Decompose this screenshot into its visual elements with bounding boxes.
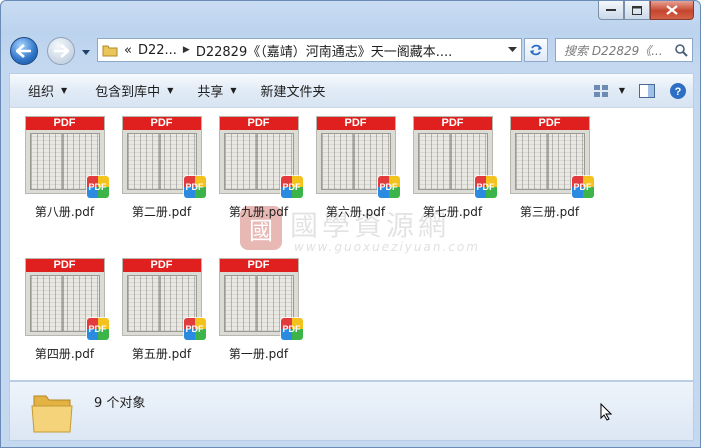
file-item[interactable]: PDF PDF 第四册.pdf xyxy=(16,254,113,374)
pdf-app-icon: PDF xyxy=(280,176,303,198)
folder-icon xyxy=(102,45,118,57)
maximize-button[interactable] xyxy=(624,1,650,20)
breadcrumb-item-parent[interactable]: D22... xyxy=(138,43,177,58)
pdf-thumbnail: PDF PDF xyxy=(24,258,109,340)
share-menu[interactable]: 共享 ▼ xyxy=(187,74,246,107)
arrow-left-icon xyxy=(16,44,31,58)
caption-buttons xyxy=(598,1,694,20)
file-item[interactable]: PDF PDF 第一册.pdf xyxy=(210,254,307,374)
help-icon[interactable]: ? xyxy=(669,82,687,100)
pdf-app-icon: PDF xyxy=(571,176,594,198)
search-icon[interactable] xyxy=(674,43,688,57)
folder-icon xyxy=(31,395,73,433)
chevron-down-icon[interactable] xyxy=(508,47,517,53)
chevron-down-icon: ▼ xyxy=(167,86,174,95)
pdf-app-icon: PDF xyxy=(377,176,400,198)
pdf-app-icon: PDF xyxy=(86,176,109,198)
close-icon xyxy=(666,5,678,15)
pdf-thumbnail: PDF PDF xyxy=(24,116,109,198)
view-controls: ▼ ? xyxy=(593,74,687,107)
pdf-thumbnail: PDF PDF xyxy=(121,116,206,198)
back-button[interactable] xyxy=(10,37,38,65)
chevron-down-icon: ▼ xyxy=(61,86,68,95)
pdf-band-label: PDF xyxy=(25,259,104,272)
view-options-button[interactable]: ▼ xyxy=(593,84,625,98)
share-label: 共享 xyxy=(197,85,224,100)
file-name: 第二册.pdf xyxy=(131,205,192,219)
view-icon xyxy=(593,84,608,97)
pdf-thumbnail: PDF PDF xyxy=(315,116,400,198)
file-list: 國 國學資源網 www.guoxueziyuan.com PDF PDF 第八册.p… xyxy=(9,107,694,381)
details-pane: 9 个对象 xyxy=(9,381,694,441)
address-bar[interactable]: « D22... ▶ D22829《（嘉靖）河南通志》天一阁藏本.... xyxy=(97,38,522,62)
pdf-band-label: PDF xyxy=(413,117,492,130)
refresh-icon xyxy=(530,44,542,56)
pdf-band-label: PDF xyxy=(122,259,201,272)
pdf-thumbnail: PDF PDF xyxy=(509,116,594,198)
new-folder-button[interactable]: 新建文件夹 xyxy=(251,74,336,107)
pdf-app-icon: PDF xyxy=(86,318,109,340)
file-item[interactable]: PDF PDF 第七册.pdf xyxy=(404,112,501,232)
explorer-window: « D22... ▶ D22829《（嘉靖）河南通志》天一阁藏本.... 搜索 … xyxy=(0,0,701,448)
file-name: 第八册.pdf xyxy=(34,205,95,219)
recent-pages-dropdown[interactable] xyxy=(81,47,91,57)
organize-label: 组织 xyxy=(28,85,55,100)
file-name: 第六册.pdf xyxy=(325,205,386,219)
pdf-band-label: PDF xyxy=(122,117,201,130)
maximize-icon xyxy=(632,5,642,15)
search-box[interactable]: 搜索 D22829《... xyxy=(555,38,693,62)
mouse-cursor-icon xyxy=(600,403,612,421)
file-item[interactable]: PDF PDF 第八册.pdf xyxy=(16,112,113,232)
pdf-thumbnail: PDF PDF xyxy=(218,258,303,340)
search-input[interactable]: 搜索 D22829《... xyxy=(564,42,676,59)
forward-button[interactable] xyxy=(47,37,75,65)
pdf-app-icon: PDF xyxy=(183,318,206,340)
include-in-library-menu[interactable]: 包含到库中 ▼ xyxy=(85,74,183,107)
pdf-app-icon: PDF xyxy=(183,176,206,198)
close-button[interactable] xyxy=(650,1,694,20)
pdf-thumbnail: PDF PDF xyxy=(412,116,497,198)
file-item[interactable]: PDF PDF 第六册.pdf xyxy=(307,112,404,232)
chevron-right-icon[interactable]: ▶ xyxy=(183,45,190,55)
file-name: 第七册.pdf xyxy=(422,205,483,219)
pdf-thumbnail: PDF PDF xyxy=(218,116,303,198)
pdf-band-label: PDF xyxy=(510,117,589,130)
command-bar: 组织 ▼ 包含到库中 ▼ 共享 ▼ 新建文件夹 ▼ ? xyxy=(9,73,694,107)
file-name: 第一册.pdf xyxy=(228,347,289,361)
minimize-icon xyxy=(606,9,616,11)
item-count: 9 个对象 xyxy=(94,396,146,411)
new-folder-label: 新建文件夹 xyxy=(260,85,326,100)
pdf-app-icon: PDF xyxy=(280,318,303,340)
breadcrumb: « D22... ▶ D22829《（嘉靖）河南通志》天一阁藏本.... xyxy=(124,41,452,60)
arrow-right-icon xyxy=(54,44,69,58)
pdf-app-icon: PDF xyxy=(474,176,497,198)
preview-pane-icon[interactable] xyxy=(639,83,655,98)
chevron-down-icon: ▼ xyxy=(230,86,237,95)
pdf-band-label: PDF xyxy=(219,117,298,130)
minimize-button[interactable] xyxy=(598,1,624,20)
file-item[interactable]: PDF PDF 第三册.pdf xyxy=(501,112,598,232)
organize-menu[interactable]: 组织 ▼ xyxy=(10,74,77,107)
chevron-down-icon: ▼ xyxy=(618,86,625,95)
file-item[interactable]: PDF PDF 第二册.pdf xyxy=(113,112,210,232)
include-in-library-label: 包含到库中 xyxy=(95,85,161,100)
pdf-band-label: PDF xyxy=(25,117,104,130)
breadcrumb-item-current[interactable]: D22829《（嘉靖）河南通志》天一阁藏本.... xyxy=(196,41,452,60)
pdf-band-label: PDF xyxy=(219,259,298,272)
navigation-bar: « D22... ▶ D22829《（嘉靖）河南通志》天一阁藏本.... 搜索 … xyxy=(1,35,700,65)
file-item[interactable]: PDF PDF 第九册.pdf xyxy=(210,112,307,232)
file-item[interactable]: PDF PDF 第五册.pdf xyxy=(113,254,210,374)
watermark-url: www.guoxueziyuan.com xyxy=(294,240,480,254)
file-name: 第五册.pdf xyxy=(131,347,192,361)
file-name: 第九册.pdf xyxy=(228,205,289,219)
breadcrumb-overflow[interactable]: « xyxy=(124,43,132,58)
file-name: 第三册.pdf xyxy=(519,205,580,219)
pdf-thumbnail: PDF PDF xyxy=(121,258,206,340)
svg-text:?: ? xyxy=(675,86,682,98)
refresh-button[interactable] xyxy=(524,38,548,62)
file-name: 第四册.pdf xyxy=(34,347,95,361)
pdf-band-label: PDF xyxy=(316,117,395,130)
